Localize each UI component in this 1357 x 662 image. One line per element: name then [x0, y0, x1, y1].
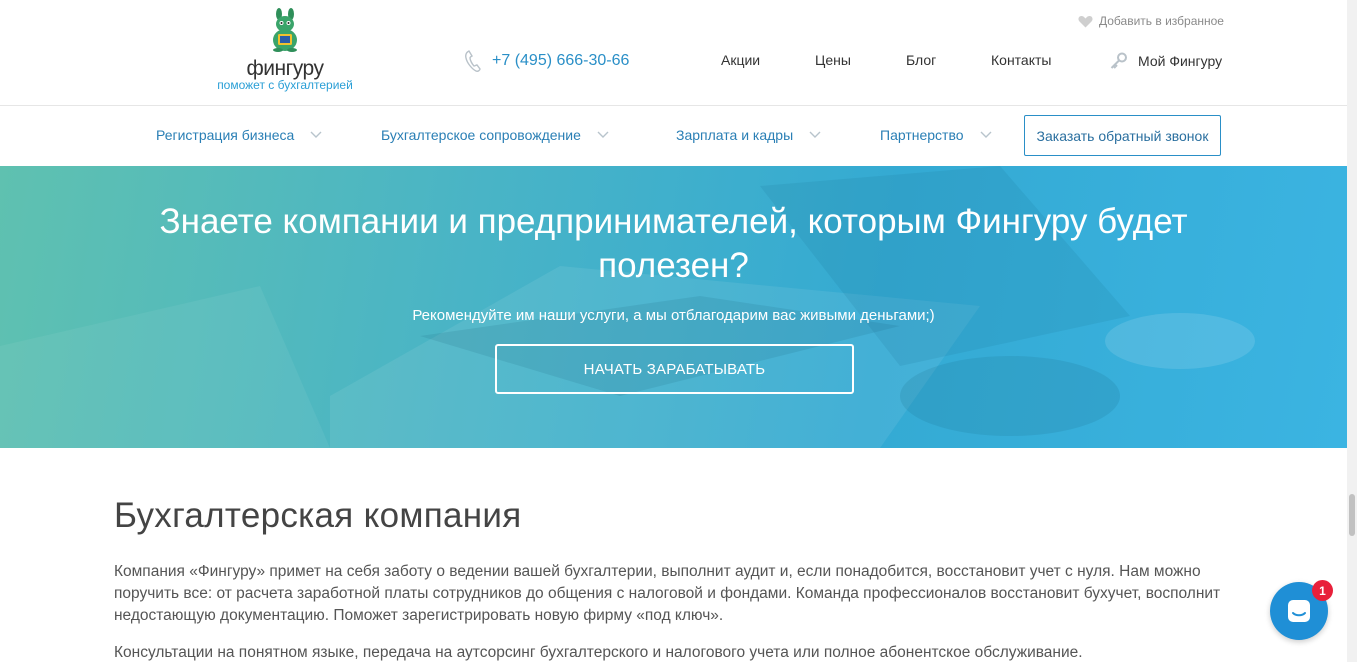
- chat-bubble-icon: [1288, 600, 1310, 622]
- page-scrollbar[interactable]: [1347, 0, 1357, 662]
- hero-title: Знаете компании и предпринимателей, кото…: [159, 202, 1188, 285]
- start-earning-button[interactable]: НАЧАТЬ ЗАРАБАТЫВАТЬ: [495, 344, 854, 394]
- chevron-down-icon: [310, 131, 322, 138]
- scrollbar-thumb[interactable]: [1349, 494, 1355, 536]
- phone-number: +7 (495) 666-30-66: [492, 52, 630, 69]
- menu-partnership[interactable]: Партнерство: [880, 127, 992, 143]
- nav-link-prices[interactable]: Цены: [815, 52, 851, 68]
- my-account-label: Мой Фингуру: [1138, 53, 1223, 69]
- menu-label: Регистрация бизнеса: [156, 127, 295, 143]
- menu-payroll-hr[interactable]: Зарплата и кадры: [676, 127, 821, 143]
- services-paragraph: Консультации на понятном языке, передача…: [114, 644, 1083, 661]
- my-account-link[interactable]: Мой Фингуру: [1110, 52, 1222, 70]
- unread-badge: 1: [1312, 580, 1333, 601]
- service-nav: Регистрация бизнеса Бухгалтерское сопров…: [0, 106, 1347, 166]
- menu-business-registration[interactable]: Регистрация бизнеса: [156, 127, 322, 143]
- brand-tagline: поможет с бухгалтерией: [217, 78, 353, 92]
- top-header: фингуру поможет с бухгалтерией +7 (495) …: [0, 0, 1347, 106]
- phone-block[interactable]: +7 (495) 666-30-66: [464, 50, 629, 72]
- nav-link-promotions[interactable]: Акции: [721, 52, 760, 68]
- menu-label: Партнерство: [880, 127, 964, 143]
- hero-subtitle: Рекомендуйте им наши услуги, а мы отблаг…: [412, 307, 935, 324]
- favorites-label: Добавить в избранное: [1099, 14, 1224, 28]
- chevron-down-icon: [597, 131, 609, 138]
- menu-label: Зарплата и кадры: [676, 127, 794, 143]
- intro-paragraph: Компания «Фингуру» примет на себя заботу…: [114, 563, 1221, 624]
- nav-link-blog[interactable]: Блог: [906, 52, 936, 68]
- add-to-favorites-link[interactable]: Добавить в избранное: [1078, 14, 1224, 28]
- section-heading: Бухгалтерская компания: [114, 496, 522, 535]
- nav-link-contacts[interactable]: Контакты: [991, 52, 1051, 68]
- phone-handset-icon: [465, 50, 481, 72]
- hero-banner: Знаете компании и предпринимателей, кото…: [0, 166, 1347, 448]
- heart-icon: [1078, 15, 1093, 27]
- chevron-down-icon: [809, 131, 821, 138]
- key-icon: [1110, 52, 1127, 69]
- request-callback-button[interactable]: Заказать обратный звонок: [1024, 115, 1221, 156]
- menu-label: Бухгалтерское сопровождение: [381, 127, 581, 143]
- logo-link[interactable]: фингуру поможет с бухгалтерией: [214, 8, 356, 94]
- kangaroo-mascot-icon: [273, 8, 297, 52]
- chevron-down-icon: [980, 131, 992, 138]
- chat-launcher-button[interactable]: 1: [1270, 580, 1333, 640]
- menu-accounting-support[interactable]: Бухгалтерское сопровождение: [381, 127, 609, 143]
